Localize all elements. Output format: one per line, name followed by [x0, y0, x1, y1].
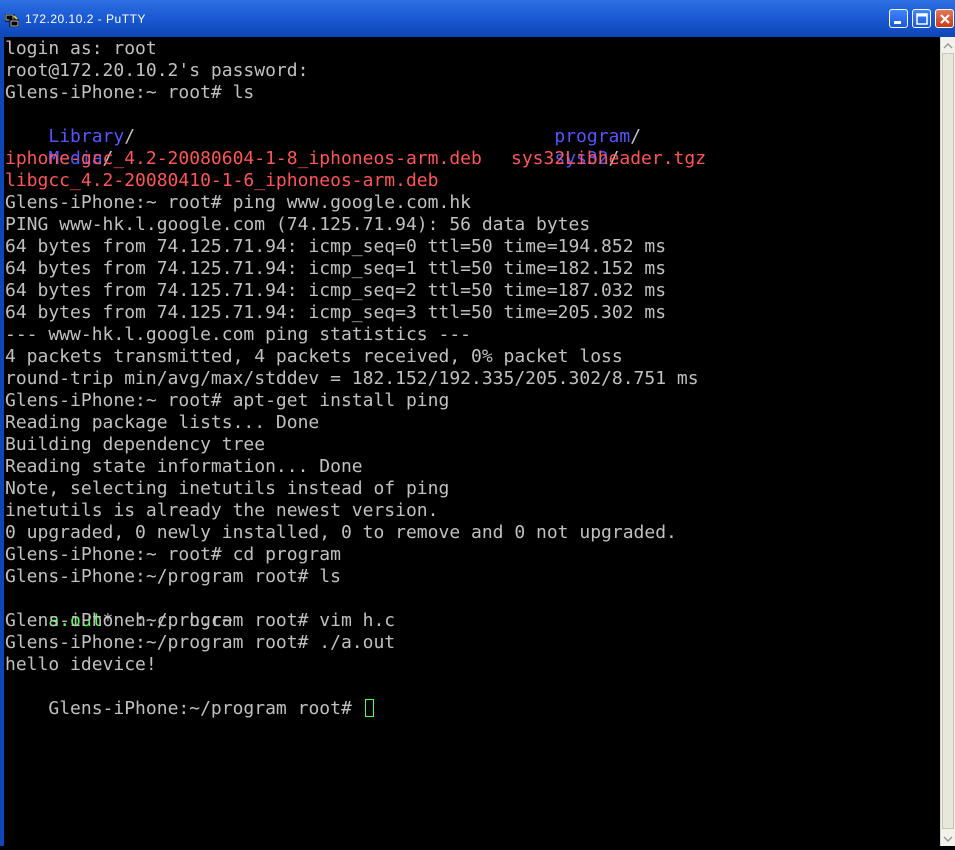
scroll-down-button[interactable]	[941, 831, 955, 845]
terminal-line: Glens-iPhone:~/program root# ./a.out	[5, 632, 396, 653]
arrow-up-icon	[943, 42, 953, 49]
terminal-line: Glens-iPhone:~ root# ping www.google.com…	[5, 192, 471, 213]
terminal-line: inetutils is already the newest version.	[5, 500, 439, 521]
terminal-line: --- www-hk.l.google.com ping statistics …	[5, 324, 471, 345]
ls-row: Media/	[5, 126, 113, 169]
ls-row: program/	[511, 104, 641, 147]
terminal-line: 4 packets transmitted, 4 packets receive…	[5, 346, 623, 367]
terminal-line: hello idevice!	[5, 654, 157, 675]
ls-row: sys32/	[511, 126, 619, 169]
shell-prompt: Glens-iPhone:~/program root#	[48, 698, 363, 719]
terminal-line: round-trip min/avg/max/stddev = 182.152/…	[5, 368, 699, 389]
maximize-button[interactable]	[912, 9, 931, 28]
terminal-line: 64 bytes from 74.125.71.94: icmp_seq=0 t…	[5, 236, 667, 257]
terminal-line: 64 bytes from 74.125.71.94: icmp_seq=3 t…	[5, 302, 667, 323]
terminal-line: 0 upgraded, 0 newly installed, 0 to remo…	[5, 522, 677, 543]
terminal-line: 64 bytes from 74.125.71.94: icmp_seq=1 t…	[5, 258, 667, 279]
terminal-line: 64 bytes from 74.125.71.94: icmp_seq=2 t…	[5, 280, 667, 301]
vertical-scrollbar[interactable]	[940, 37, 955, 846]
title-bar[interactable]: 172.20.10.2 - PuTTY	[0, 0, 955, 37]
terminal-line: Note, selecting inetutils instead of pin…	[5, 478, 450, 499]
window-title: 172.20.10.2 - PuTTY	[25, 12, 146, 26]
dir-slash: /	[124, 126, 136, 147]
archive-entry: libgcc_4.2-20080410-1-6_iphoneos-arm.deb	[5, 170, 439, 191]
terminal-line: Glens-iPhone:~ root# cd program	[5, 544, 341, 565]
scroll-thumb[interactable]	[942, 53, 954, 829]
terminal-line: Glens-iPhone:~ root# ls	[5, 82, 255, 103]
maximize-icon	[916, 13, 928, 25]
terminal-line: Reading state information... Done	[5, 456, 363, 477]
ls-row: a.out* h.c h.c~	[5, 588, 232, 631]
terminal-line: Glens-iPhone:~/program root# vim h.c	[5, 610, 396, 631]
dir-slash: /	[630, 126, 642, 147]
terminal-line: Glens-iPhone:~ root# apt-get install pin…	[5, 390, 450, 411]
close-button[interactable]	[935, 9, 954, 28]
scroll-up-button[interactable]	[941, 38, 955, 52]
terminal-line: Glens-iPhone:~/program root# ls	[5, 566, 341, 587]
terminal-line: Reading package lists... Done	[5, 412, 320, 433]
terminal-line: root@172.20.10.2's password:	[5, 60, 309, 81]
terminal-line: Building dependency tree	[5, 434, 266, 455]
close-icon	[940, 14, 950, 24]
terminal-view[interactable]: login as: root root@172.20.10.2's passwo…	[4, 37, 940, 846]
archive-entry: iphone-gcc_4.2-20080604-1-8_iphoneos-arm…	[5, 148, 482, 169]
putty-icon[interactable]	[4, 12, 20, 28]
minimize-icon	[894, 21, 901, 24]
text-cursor	[364, 699, 374, 717]
ls-row: Library/	[5, 104, 135, 147]
prompt-line[interactable]: Glens-iPhone:~/program root#	[5, 676, 374, 719]
minimize-button[interactable]	[889, 9, 908, 28]
terminal-line: login as: root	[5, 38, 157, 59]
archive-entry: sys32Libheader.tgz	[511, 148, 707, 169]
arrow-down-icon	[943, 836, 953, 843]
terminal-line: PING www-hk.l.google.com (74.125.71.94):…	[5, 214, 591, 235]
